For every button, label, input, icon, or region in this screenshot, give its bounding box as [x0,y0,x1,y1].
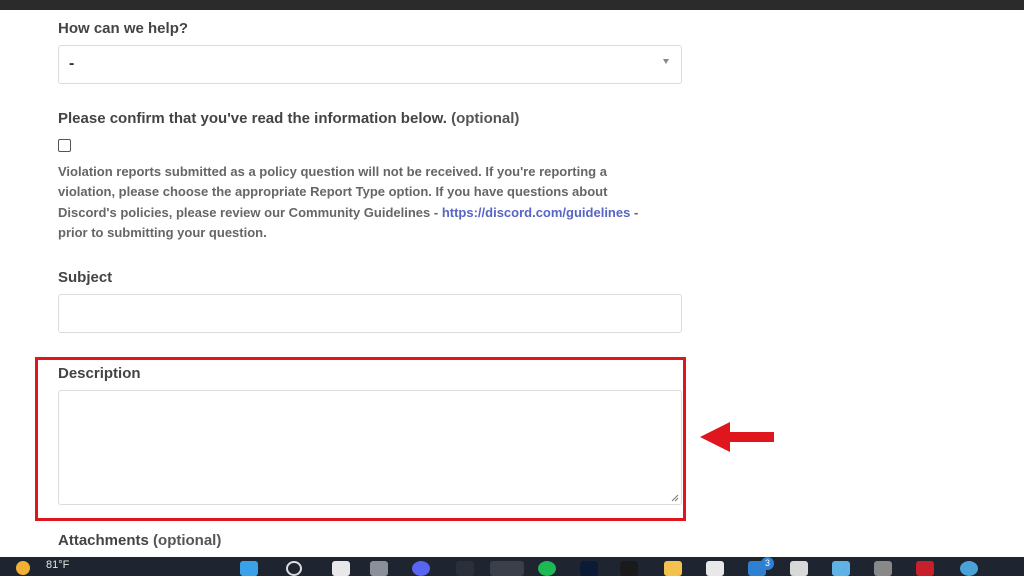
help-field-label: How can we help? [58,20,189,37]
weather-temperature: 81°F [46,559,70,571]
subject-input[interactable] [58,294,682,333]
settings-icon[interactable] [874,561,892,576]
search-icon[interactable] [286,561,302,576]
description-highlight-box [35,357,686,521]
weather-sun-icon[interactable] [16,561,30,575]
arrow-left-icon [700,422,774,452]
file-explorer-icon[interactable] [664,561,682,576]
start-icon[interactable] [240,561,258,576]
mail-unread-badge: 3 [761,557,774,570]
acrobat-icon[interactable] [916,561,934,576]
guidelines-link[interactable]: https://discord.com/guidelines [442,205,631,220]
widgets-icon[interactable] [370,561,388,576]
confirm-checkbox[interactable] [58,139,71,152]
media-app-icon[interactable] [620,561,638,576]
spotify-icon[interactable] [538,561,556,576]
subject-field-label: Subject [58,269,113,286]
chevron-down-icon [663,59,669,64]
confirm-label-text: Please confirm that you've read the info… [58,110,447,127]
windows-taskbar: 81°F 3 [0,557,1024,576]
browser-top-edge [0,0,1024,10]
policy-info-text: Violation reports submitted as a policy … [58,162,658,244]
photoshop-icon[interactable] [580,561,598,576]
confirm-optional-tag: (optional) [451,110,520,127]
discord-icon[interactable] [412,561,430,576]
photos-icon[interactable] [832,561,850,576]
attachments-field-label: Attachments (optional) [58,532,221,549]
attachments-optional-tag: (optional) [153,532,222,549]
store-icon[interactable] [706,561,724,576]
help-topic-select-value: - [69,55,75,72]
notepad-icon[interactable] [790,561,808,576]
confirm-field-label: Please confirm that you've read the info… [58,110,519,127]
browser-icon[interactable] [960,561,978,576]
app-icon[interactable] [456,561,474,576]
chrome-icon[interactable] [490,561,524,576]
task-view-icon[interactable] [332,561,350,576]
help-topic-select[interactable]: - [58,45,682,84]
attachments-label-text: Attachments [58,532,149,549]
